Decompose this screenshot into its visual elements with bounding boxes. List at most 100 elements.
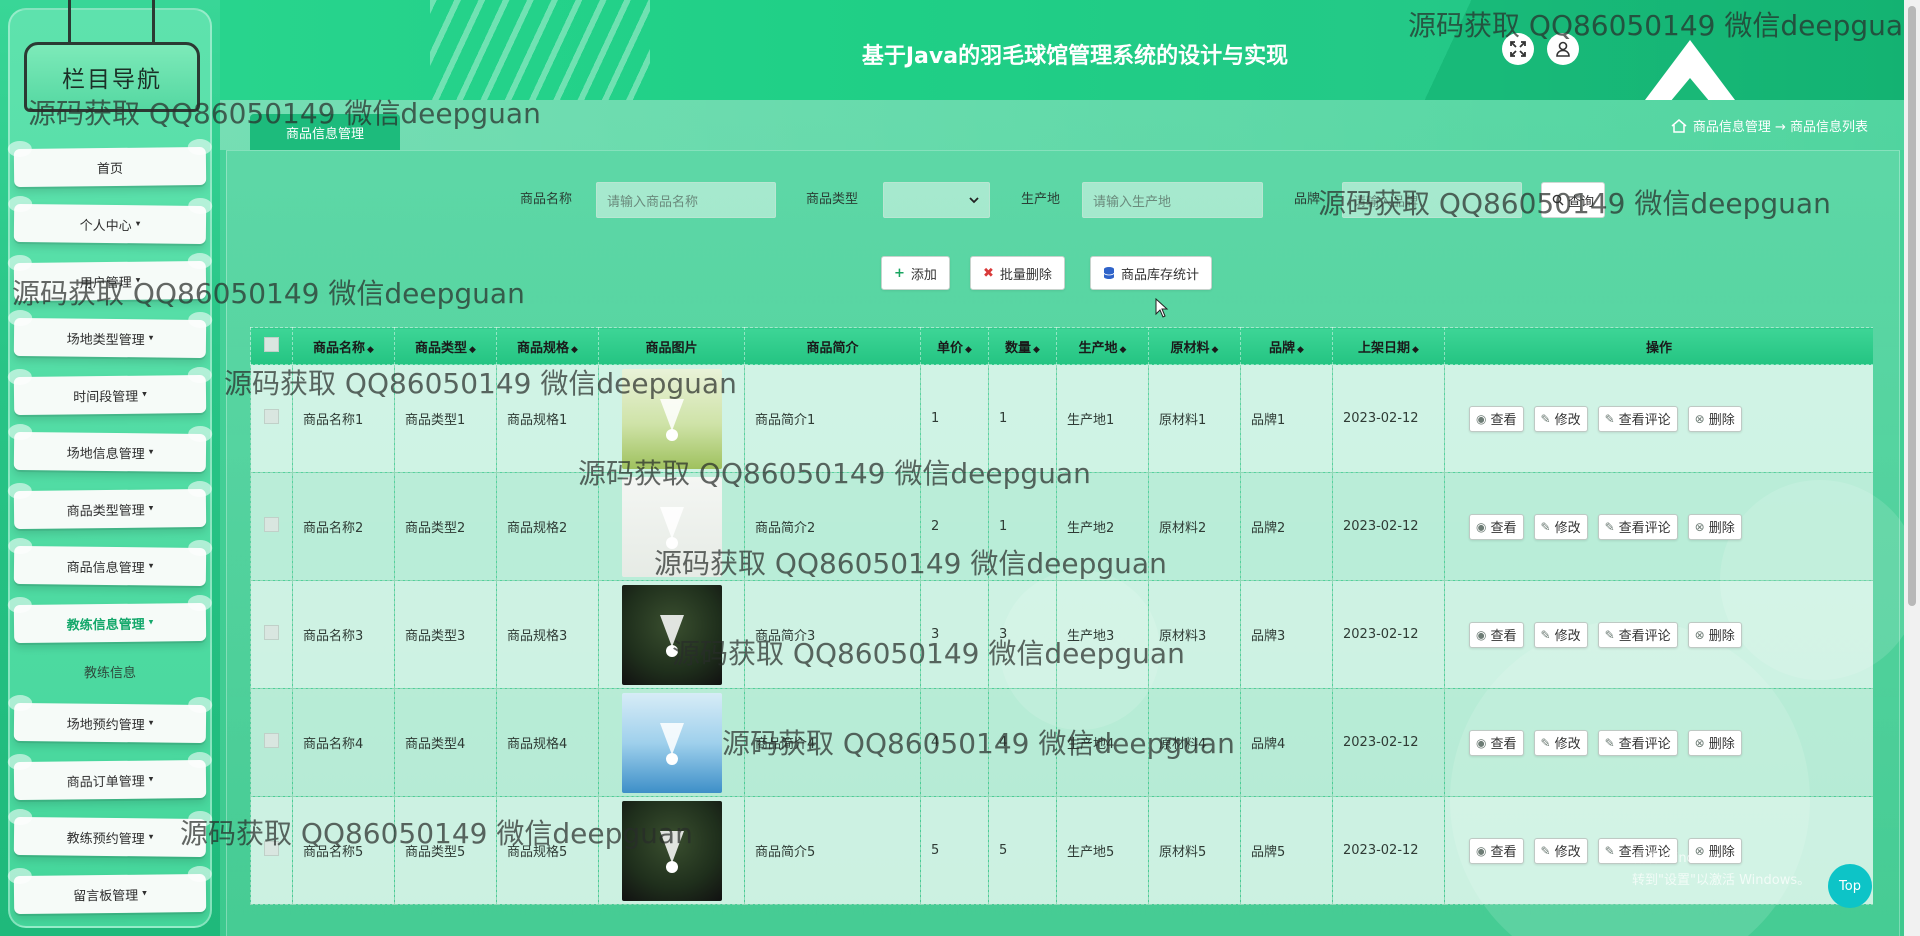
col-header[interactable]: 上架日期 ◆: [1332, 327, 1445, 365]
sidebar-item[interactable]: 用户管理 ▾: [13, 260, 207, 302]
cell-intro: 商品简介2: [744, 472, 921, 581]
select-all-checkbox-cell[interactable]: [250, 327, 293, 365]
sort-icon[interactable]: ◆: [1297, 345, 1304, 355]
sort-icon[interactable]: ◆: [1412, 345, 1419, 355]
page-tab[interactable]: 商品信息管理: [250, 114, 400, 150]
delete-button[interactable]: ⊗ 删除: [1687, 405, 1742, 432]
stock-stats-button[interactable]: 商品库存统计: [1090, 256, 1213, 290]
eye-icon: ◉: [1476, 519, 1487, 534]
query-button[interactable]: 查询: [1541, 182, 1606, 218]
sidebar-subitem[interactable]: 教练信息: [14, 656, 206, 686]
edit-button[interactable]: ✎ 修改: [1533, 513, 1588, 540]
sort-icon[interactable]: ◆: [1033, 345, 1040, 355]
row-checkbox-cell[interactable]: [250, 688, 293, 797]
vertical-scrollbar[interactable]: [1904, 0, 1920, 936]
breadcrumb-text[interactable]: 商品信息管理 → 商品信息列表: [1693, 116, 1868, 135]
sidebar-item[interactable]: 商品类型管理 ▾: [13, 488, 207, 530]
view-comments-button[interactable]: ✎ 查看评论: [1597, 621, 1678, 648]
select-all-checkbox[interactable]: [264, 336, 279, 352]
product-image[interactable]: [621, 584, 722, 685]
cell-date: 2023-02-12: [1332, 688, 1445, 797]
sidebar-item[interactable]: 教练信息管理 ▾: [13, 602, 207, 644]
row-checkbox-cell[interactable]: [250, 472, 293, 581]
product-image[interactable]: [621, 692, 722, 793]
delete-button[interactable]: ⊗ 删除: [1687, 729, 1742, 756]
cell-origin: 生产地3: [1056, 580, 1149, 689]
cell-name: 商品名称4: [292, 688, 395, 797]
row-checkbox[interactable]: [264, 409, 279, 424]
row-checkbox-cell[interactable]: [250, 580, 293, 689]
back-to-top-button[interactable]: Top: [1828, 864, 1872, 908]
col-header[interactable]: 商品规格 ◆: [496, 327, 599, 365]
sidebar-item-label: 教练预约管理: [66, 831, 145, 847]
sidebar-item[interactable]: 场地预约管理 ▾: [13, 702, 207, 744]
scrollbar-thumb[interactable]: [1908, 6, 1916, 606]
edit-button[interactable]: ✎ 修改: [1533, 621, 1588, 648]
product-image[interactable]: [621, 800, 722, 901]
chevron-down-icon: ▾: [148, 718, 154, 729]
col-header[interactable]: 生产地 ◆: [1056, 327, 1149, 365]
view-comments-button[interactable]: ✎ 查看评论: [1597, 729, 1678, 756]
pencil-icon: ✎: [1604, 519, 1615, 534]
sidebar-item[interactable]: 教练预约管理 ▾: [13, 816, 207, 858]
sort-icon[interactable]: ◆: [1120, 345, 1127, 355]
search-icon: [1552, 194, 1564, 206]
sidebar-item[interactable]: 首页: [13, 146, 207, 188]
cell-brand: 品牌1: [1240, 364, 1333, 473]
header: 基于Java的羽毛球馆管理系统的设计与实现: [220, 0, 1910, 100]
logo-icon-inner: [1660, 78, 1720, 100]
row-checkbox[interactable]: [264, 841, 279, 856]
row-checkbox-cell[interactable]: [250, 364, 293, 473]
sidebar-item[interactable]: 留言板管理 ▾: [13, 873, 207, 915]
row-checkbox[interactable]: [264, 517, 279, 532]
col-header[interactable]: 商品类型 ◆: [394, 327, 497, 365]
view-comments-button[interactable]: ✎ 查看评论: [1597, 513, 1678, 540]
delete-button[interactable]: ⊗ 删除: [1687, 621, 1742, 648]
col-header[interactable]: 原材料 ◆: [1148, 327, 1241, 365]
search-brand-input[interactable]: 请输入品牌: [1342, 182, 1522, 218]
product-image[interactable]: [621, 476, 722, 577]
col-header[interactable]: 品牌 ◆: [1240, 327, 1333, 365]
col-header[interactable]: 商品名称 ◆: [292, 327, 395, 365]
view-button[interactable]: ◉ 查看: [1469, 837, 1524, 864]
sort-icon[interactable]: ◆: [367, 345, 374, 355]
col-header[interactable]: 单价 ◆: [920, 327, 989, 365]
fullscreen-button[interactable]: [1502, 33, 1534, 65]
view-button[interactable]: ◉ 查看: [1469, 729, 1524, 756]
sidebar-item[interactable]: 场地信息管理 ▾: [13, 431, 207, 473]
row-checkbox[interactable]: [264, 733, 279, 748]
batch-delete-label: 批量删除: [999, 267, 1052, 283]
sort-icon[interactable]: ◆: [1212, 345, 1219, 355]
table-row: 商品名称1 商品类型1 商品规格1 商品简介1 1 1 生产地1 原材料1 品牌1 2023-02…: [250, 364, 1873, 473]
search-origin-input[interactable]: 请输入生产地: [1082, 182, 1263, 218]
batch-delete-button[interactable]: ✖ 批量删除: [970, 256, 1065, 290]
delete-button[interactable]: ⊗ 删除: [1687, 513, 1742, 540]
row-checkbox[interactable]: [264, 625, 279, 640]
edit-button[interactable]: ✎ 修改: [1533, 405, 1588, 432]
row-checkbox-cell[interactable]: [250, 796, 293, 905]
sidebar-item-label: 场地预约管理: [66, 717, 145, 733]
sort-icon[interactable]: ◆: [469, 345, 476, 355]
view-button[interactable]: ◉ 查看: [1469, 405, 1524, 432]
user-button[interactable]: [1547, 33, 1579, 65]
sidebar-item[interactable]: 时间段管理 ▾: [13, 374, 207, 416]
col-header[interactable]: 数量 ◆: [988, 327, 1057, 365]
sidebar-item[interactable]: 商品订单管理 ▾: [13, 759, 207, 801]
chevron-down-icon: ▾: [142, 888, 147, 899]
sidebar-item[interactable]: 商品信息管理 ▾: [13, 545, 207, 587]
cell-image: [598, 688, 745, 797]
col-header-label: 商品图片: [645, 340, 698, 356]
search-name-input[interactable]: 请输入商品名称: [596, 182, 776, 218]
sort-icon[interactable]: ◆: [571, 345, 578, 355]
chevron-down-icon: ▾: [148, 561, 154, 572]
search-type-select[interactable]: [883, 182, 990, 218]
edit-button[interactable]: ✎ 修改: [1533, 729, 1588, 756]
product-image[interactable]: [621, 368, 722, 469]
edit-button[interactable]: ✎ 修改: [1533, 837, 1588, 864]
view-comments-button[interactable]: ✎ 查看评论: [1597, 405, 1678, 432]
view-button[interactable]: ◉ 查看: [1469, 621, 1524, 648]
add-button[interactable]: + 添加: [881, 256, 950, 290]
sidebar-item[interactable]: 场地类型管理 ▾: [13, 317, 207, 359]
sort-icon[interactable]: ◆: [965, 345, 972, 355]
view-button[interactable]: ◉ 查看: [1469, 513, 1524, 540]
